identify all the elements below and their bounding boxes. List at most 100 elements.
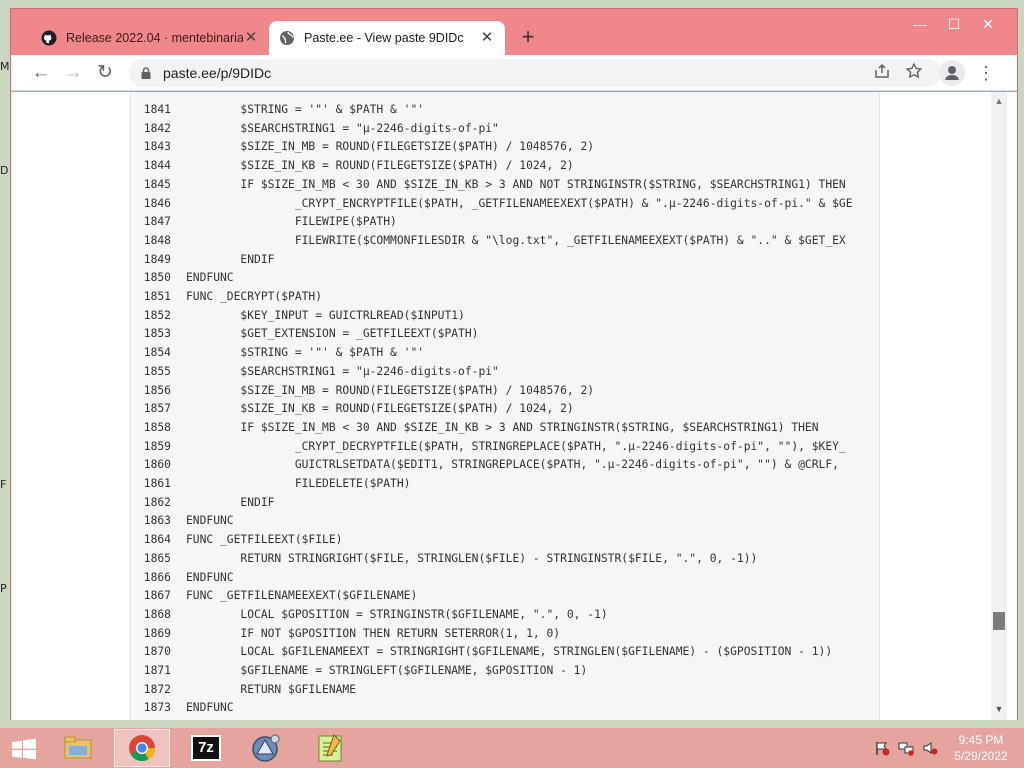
line-number: 1853 [143,327,171,341]
taskbar-clock[interactable]: 9:45 PM 5/29/2022 [946,732,1016,764]
code-line: 1860 GUICTRLSETDATA($EDIT1, STRINGREPLAC… [131,455,839,474]
back-button[interactable]: ← [27,60,55,86]
line-code: $KEY_INPUT = GUICTRLREAD($INPUT1) [186,308,465,322]
line-code: $SEARCHSTRING1 = "µ-2246-digits-of-pi" [186,121,499,135]
desktop-icon-label-fragment: P [0,582,7,595]
url-text[interactable]: paste.ee/p/9DIDc [163,65,271,81]
desktop-icon-label-fragment: D [0,164,9,177]
close-tab-icon[interactable]: ✕ [243,30,259,46]
code-line: 1864 FUNC _GETFILEEXT($FILE) [131,530,343,549]
line-number: 1854 [143,346,171,360]
line-number: 1842 [143,121,171,135]
tab-strip: Release 2022.04 · mentebinaria/r ✕ Paste… [11,9,1017,55]
taskbar-notepad-plus[interactable] [302,729,358,767]
code-line: 1857 $SIZE_IN_KB = ROUND(FILEGETSIZE($PA… [131,399,574,418]
browser-window: Release 2022.04 · mentebinaria/r ✕ Paste… [10,8,1018,720]
line-code: RETURN $GFILENAME [186,682,357,696]
code-line: 1865 RETURN STRINGRIGHT($FILE, STRINGLEN… [131,549,758,568]
scrollbar-thumb[interactable] [993,612,1005,630]
line-code: GUICTRLSETDATA($EDIT1, STRINGREPLACE($PA… [186,458,839,472]
code-line: 1869 IF NOT $GPOSITION THEN RETURN SETER… [131,624,560,643]
folder-icon [64,736,92,759]
code-line: 1845 IF $SIZE_IN_MB < 30 AND $SIZE_IN_KB… [131,175,846,194]
tab-title: Release 2022.04 · mentebinaria/r [66,31,243,45]
line-number: 1846 [143,196,171,210]
code-line: 1850 ENDFUNC [131,268,234,287]
line-number: 1868 [143,607,171,621]
line-code: FILEWIPE($PATH) [186,215,397,229]
notepad-icon [318,734,342,762]
code-line: 1859 _CRYPT_DECRYPTFILE($PATH, STRINGREP… [131,437,846,456]
lock-icon[interactable] [139,66,153,80]
code-line: 1862 ENDIF [131,493,275,512]
taskbar: 7z 9:45 PM 5/29/2022 [0,728,1024,768]
close-tab-icon[interactable]: ✕ [479,30,495,46]
address-bar[interactable]: paste.ee/p/9DIDc [129,59,941,87]
line-code: $SIZE_IN_MB = ROUND(FILEGETSIZE($PATH) /… [186,140,595,154]
code-line: 1861 FILEDELETE($PATH) [131,474,411,493]
7zip-icon: 7z [191,735,221,761]
code-line: 1855 $SEARCHSTRING1 = "µ-2246-digits-of-… [131,362,499,381]
volume-muted-icon[interactable] [922,740,938,756]
network-icon[interactable] [898,740,914,756]
vertical-scrollbar[interactable]: ▲ ▼ [991,92,1007,720]
close-window-button[interactable]: ✕ [971,13,1005,35]
line-number: 1860 [143,458,171,472]
person-icon [945,66,959,80]
code-line: 1846 _CRYPT_ENCRYPTFILE($PATH, _GETFILEN… [131,194,853,213]
bookmark-star-icon[interactable] [905,62,923,80]
taskbar-7zip[interactable]: 7z [178,729,234,767]
profile-avatar[interactable] [939,60,965,86]
code-line: 1848 FILEWRITE($COMMONFILESDIR & "\log.t… [131,231,846,250]
taskbar-file-explorer[interactable] [50,729,106,767]
browser-menu-button[interactable]: ⋮ [973,60,999,86]
share-icon[interactable] [873,62,891,80]
code-line: 1841 $STRING = '"' & $PATH & '"' [131,100,424,119]
reload-button[interactable]: ↻ [91,60,119,86]
line-number: 1843 [143,140,171,154]
code-line: 1854 $STRING = '"' & $PATH & '"' [131,343,424,362]
taskbar-unknown-app[interactable] [238,729,294,767]
browser-toolbar: ← → ↻ paste.ee/p/9DIDc ⋮ [11,55,1017,91]
code-line: 1871 $GFILENAME = STRINGLEFT($GFILENAME,… [131,661,588,680]
tab-paste-ee[interactable]: Paste.ee - View paste 9DIDc ✕ [269,21,505,55]
line-number: 1849 [143,252,171,266]
line-number: 1847 [143,215,171,229]
new-tab-button[interactable]: + [515,25,541,51]
minimize-button[interactable]: — [903,13,937,35]
maximize-button[interactable]: ☐ [937,13,971,35]
code-line: 1851 FUNC _DECRYPT($PATH) [131,287,322,306]
line-number: 1871 [143,664,171,677]
line-number: 1841 [143,103,171,116]
line-code: RETURN STRINGRIGHT($FILE, STRINGLEN($FIL… [186,551,758,565]
code-line: 1856 $SIZE_IN_MB = ROUND(FILEGETSIZE($PA… [131,381,594,400]
forward-button[interactable]: → [59,60,87,86]
taskbar-chrome[interactable] [114,729,170,767]
line-code: FILEWRITE($COMMONFILESDIR & "\log.txt", … [186,233,846,247]
line-number: 1867 [143,589,171,603]
scroll-up-arrow-icon[interactable]: ▲ [991,96,1007,108]
line-number: 1857 [143,402,171,416]
tab-github-release[interactable]: Release 2022.04 · mentebinaria/r ✕ [31,21,269,55]
windows-start-icon[interactable] [6,734,42,764]
line-code: IF $SIZE_IN_MB < 30 AND $SIZE_IN_KB > 3 … [186,177,846,191]
line-code: FUNC _GETFILENAMEEXEXT($GFILENAME) [186,589,418,603]
code-line: 1853 $GET_EXTENSION = _GETFILEEXT($PATH) [131,324,479,343]
line-number: 1844 [143,159,171,173]
line-code: FILEDELETE($PATH) [186,477,411,490]
line-code: $SIZE_IN_KB = ROUND(FILEGETSIZE($PATH) /… [186,159,574,173]
line-code: LOCAL $GPOSITION = STRINGINSTR($GFILENAM… [186,607,608,621]
triangle-app-icon [252,734,280,762]
clock-date: 5/29/2022 [954,749,1008,763]
line-code: ENDFUNC [186,570,234,584]
line-number: 1866 [143,570,171,584]
paste-code-view: 1841 $STRING = '"' & $PATH & '"' 1842 $SE… [130,92,880,720]
line-code: ENDFUNC [186,271,234,285]
line-number: 1845 [143,177,171,191]
clock-time: 9:45 PM [958,733,1004,747]
scroll-down-arrow-icon[interactable]: ▼ [991,704,1007,716]
line-code: $SIZE_IN_MB = ROUND(FILEGETSIZE($PATH) /… [186,383,595,397]
line-code: ENDFUNC [186,514,234,528]
code-line: 1868 LOCAL $GPOSITION = STRINGINSTR($GFI… [131,605,608,624]
flag-icon[interactable] [874,740,890,756]
